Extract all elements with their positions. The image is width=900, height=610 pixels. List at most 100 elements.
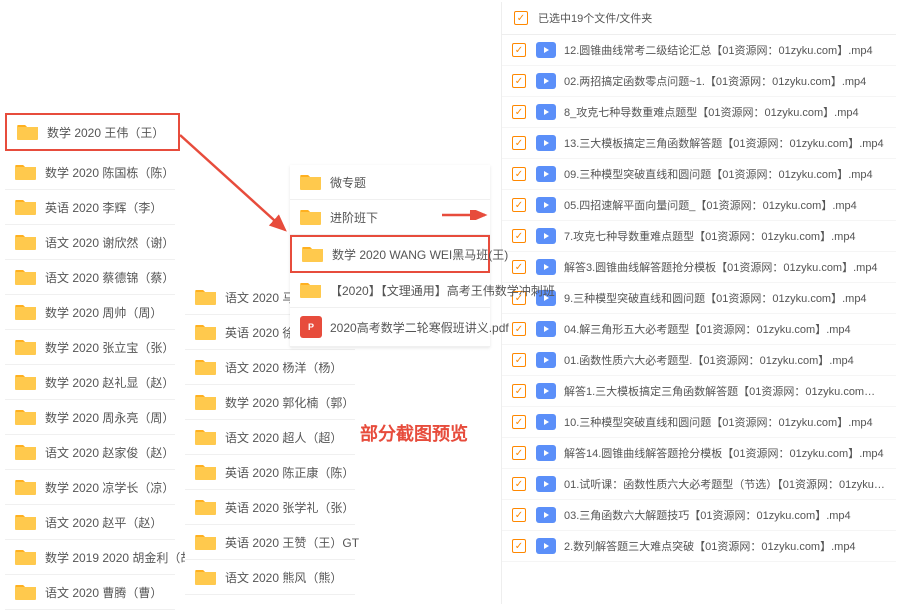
file-row[interactable]: ✓ 2.数列解答题三大难点突破【01资源网：01zyku.com】.mp4: [502, 531, 896, 562]
checkbox[interactable]: ✓: [512, 74, 526, 88]
video-icon: [536, 538, 556, 554]
file-name: 9.三种模型突破直线和圆问题【01资源网：01zyku.com】.mp4: [564, 290, 867, 306]
folder-item[interactable]: 语文 2020 谢欣然（谢）: [5, 225, 175, 260]
checkbox[interactable]: ✓: [512, 198, 526, 212]
file-row[interactable]: ✓04.解三角形五大必考题型【01资源网：01zyku.com】.mp4: [502, 314, 896, 345]
checkbox-all[interactable]: ✓: [514, 11, 528, 25]
checkbox[interactable]: ✓: [512, 260, 526, 274]
folder-icon: [300, 208, 322, 226]
checkbox[interactable]: ✓: [512, 353, 526, 367]
folder-icon: [195, 358, 217, 376]
file-row[interactable]: ✓02.两招搞定函数零点问题~1.【01资源网：01zyku.com】.mp4: [502, 66, 896, 97]
folder-icon: [15, 408, 37, 426]
file-row[interactable]: ✓解答14.圆锥曲线解答题抢分模板【01资源网：01zyku.com】.mp4: [502, 438, 896, 469]
folder-label: 数学 2020 陈国栋（陈）: [45, 164, 174, 181]
folder-icon: [15, 338, 37, 356]
folder-label: 英语 2020 李辉（李）: [45, 199, 162, 216]
folder-item-highlighted[interactable]: 数学 2020 王伟（王）: [5, 113, 180, 151]
folder-item[interactable]: 数学 2020 赵礼显（赵）: [5, 365, 175, 400]
folder-icon: [15, 303, 37, 321]
folder-label: 语文 2020 谢欣然（谢）: [45, 234, 174, 251]
folder-icon: [195, 323, 217, 341]
checkbox[interactable]: ✓: [512, 539, 526, 553]
video-icon: [536, 104, 556, 120]
file-row[interactable]: ✓ 01.试听课：函数性质六大必考题型（节选）【01资源网：01zyku.com】…: [502, 469, 896, 500]
checkbox[interactable]: ✓: [512, 167, 526, 181]
folder-item[interactable]: 语文 2020 赵平（赵）: [5, 505, 175, 540]
video-icon: [536, 259, 556, 275]
checkbox[interactable]: ✓: [512, 415, 526, 429]
folder-label: 数学 2019 2020 胡金利（胡）: [45, 549, 204, 566]
folder-icon: [195, 498, 217, 516]
checkbox[interactable]: ✓: [512, 508, 526, 522]
checkbox[interactable]: ✓: [512, 136, 526, 150]
video-icon: [536, 414, 556, 430]
checkbox[interactable]: ✓: [512, 43, 526, 57]
folder-label: 语文 2020 熊风（熊）: [225, 569, 342, 586]
file-name: 12.圆锥曲线常考二级结论汇总【01资源网：01zyku.com】.mp4: [564, 42, 873, 58]
folder-item[interactable]: 数学 2020 周帅（周）: [5, 295, 175, 330]
file-row[interactable]: ✓ 05.四招速解平面向量问题_【01资源网：01zyku.com】.mp4: [502, 190, 896, 221]
file-row[interactable]: ✓解答1.三大模板搞定三角函数解答题【01资源网：01zyku.com】.mp4: [502, 376, 896, 407]
file-name: 7.攻克七种导数重难点题型【01资源网：01zyku.com】.mp4: [564, 228, 856, 244]
checkbox[interactable]: ✓: [512, 229, 526, 243]
folder-item[interactable]: 【2020】【文理通用】高考王伟数学冲刺班: [290, 273, 490, 308]
folder-label: 语文 2020 杨洋（杨）: [225, 359, 342, 376]
folder-list-3: 微专题进阶班下数学 2020 WANG WEI黑马班(王)【2020】【文理通用…: [290, 165, 490, 347]
folder-item[interactable]: 英语 2020 张学礼（张）: [185, 490, 355, 525]
checkbox[interactable]: ✓: [512, 384, 526, 398]
file-row[interactable]: ✓ 03.三角函数六大解题技巧【01资源网：01zyku.com】.mp4: [502, 500, 896, 531]
folder-item[interactable]: 数学 2020 陈国栋（陈）: [5, 155, 175, 190]
file-header: ✓ 已选中19个文件/文件夹: [502, 2, 896, 35]
file-row[interactable]: ✓ 7.攻克七种导数重难点题型【01资源网：01zyku.com】.mp4: [502, 221, 896, 252]
folder-item[interactable]: 语文 2020 赵家俊（赵）: [5, 435, 175, 470]
file-row[interactable]: ✓13.三大模板搞定三角函数解答题【01资源网：01zyku.com】.mp4: [502, 128, 896, 159]
video-icon: [536, 507, 556, 523]
folder-list-1: 数学 2020 陈国栋（陈） 英语 2020 李辉（李） 语文 2020 谢欣然（谢…: [5, 155, 175, 610]
folder-item[interactable]: 微专题: [290, 165, 490, 200]
file-row[interactable]: ✓ 10.三种模型突破直线和圆问题【01资源网：01zyku.com】.mp4: [502, 407, 896, 438]
file-row[interactable]: ✓ 12.圆锥曲线常考二级结论汇总【01资源网：01zyku.com】.mp4: [502, 35, 896, 66]
checkbox[interactable]: ✓: [512, 446, 526, 460]
folder-label: 语文 2020 超人（超）: [225, 429, 342, 446]
folder-item[interactable]: 语文 2020 曹腾（曹）: [5, 575, 175, 610]
checkbox[interactable]: ✓: [512, 105, 526, 119]
folder-label: 数学 2020 周帅（周）: [45, 304, 162, 321]
file-name: 2.数列解答题三大难点突破【01资源网：01zyku.com】.mp4: [564, 538, 856, 554]
video-icon: [536, 73, 556, 89]
folder-label: 数学 2020 郭化楠（郭）: [225, 394, 354, 411]
folder-item[interactable]: 语文 2020 蔡德锦（蔡）: [5, 260, 175, 295]
file-name: 05.四招速解平面向量问题_【01资源网：01zyku.com】.mp4: [564, 197, 857, 213]
folder-item[interactable]: 数学 2020 凉学长（凉）: [5, 470, 175, 505]
file-header-text: 已选中19个文件/文件夹: [538, 10, 652, 26]
folder-icon: [195, 568, 217, 586]
file-row[interactable]: ✓01.函数性质六大必考题型.【01资源网：01zyku.com】.mp4: [502, 345, 896, 376]
folder-item[interactable]: 英语 2020 陈正康（陈）: [185, 455, 355, 490]
folder-icon: [15, 163, 37, 181]
checkbox[interactable]: ✓: [512, 322, 526, 336]
file-name: 03.三角函数六大解题技巧【01资源网：01zyku.com】.mp4: [564, 507, 851, 523]
file-row[interactable]: ✓09.三种模型突破直线和圆问题【01资源网：01zyku.com】.mp4: [502, 159, 896, 190]
file-name: 01.试听课：函数性质六大必考题型（节选）【01资源网：01zyku.com】.…: [564, 476, 886, 492]
video-icon: [536, 476, 556, 492]
folder-item[interactable]: 语文 2020 超人（超）: [185, 420, 355, 455]
folder-icon: [302, 245, 324, 263]
video-icon: [536, 42, 556, 58]
folder-icon: [195, 428, 217, 446]
folder-item[interactable]: 语文 2020 熊风（熊）: [185, 560, 355, 595]
file-row[interactable]: ✓8_攻克七种导数重难点题型【01资源网：01zyku.com】.mp4: [502, 97, 896, 128]
folder-item[interactable]: 数学 2020 周永亮（周）: [5, 400, 175, 435]
folder-item[interactable]: 数学 2020 张立宝（张）: [5, 330, 175, 365]
folder-item[interactable]: 语文 2020 杨洋（杨）: [185, 350, 355, 385]
folder-item[interactable]: 英语 2020 王赞（王）GT: [185, 525, 355, 560]
file-row[interactable]: ✓解答3.圆锥曲线解答题抢分模板【01资源网：01zyku.com】.mp4: [502, 252, 896, 283]
folder-icon: [15, 268, 37, 286]
folder-item[interactable]: P2020高考数学二轮寒假班讲义.pdf: [290, 308, 490, 347]
folder-item[interactable]: 数学 2019 2020 胡金利（胡）: [5, 540, 175, 575]
file-row[interactable]: ✓9.三种模型突破直线和圆问题【01资源网：01zyku.com】.mp4: [502, 283, 896, 314]
folder-item-highlighted[interactable]: 数学 2020 WANG WEI黑马班(王): [290, 235, 490, 273]
file-name: 10.三种模型突破直线和圆问题【01资源网：01zyku.com】.mp4: [564, 414, 873, 430]
folder-item[interactable]: 数学 2020 郭化楠（郭）: [185, 385, 355, 420]
folder-item[interactable]: 英语 2020 李辉（李）: [5, 190, 175, 225]
checkbox[interactable]: ✓: [512, 477, 526, 491]
